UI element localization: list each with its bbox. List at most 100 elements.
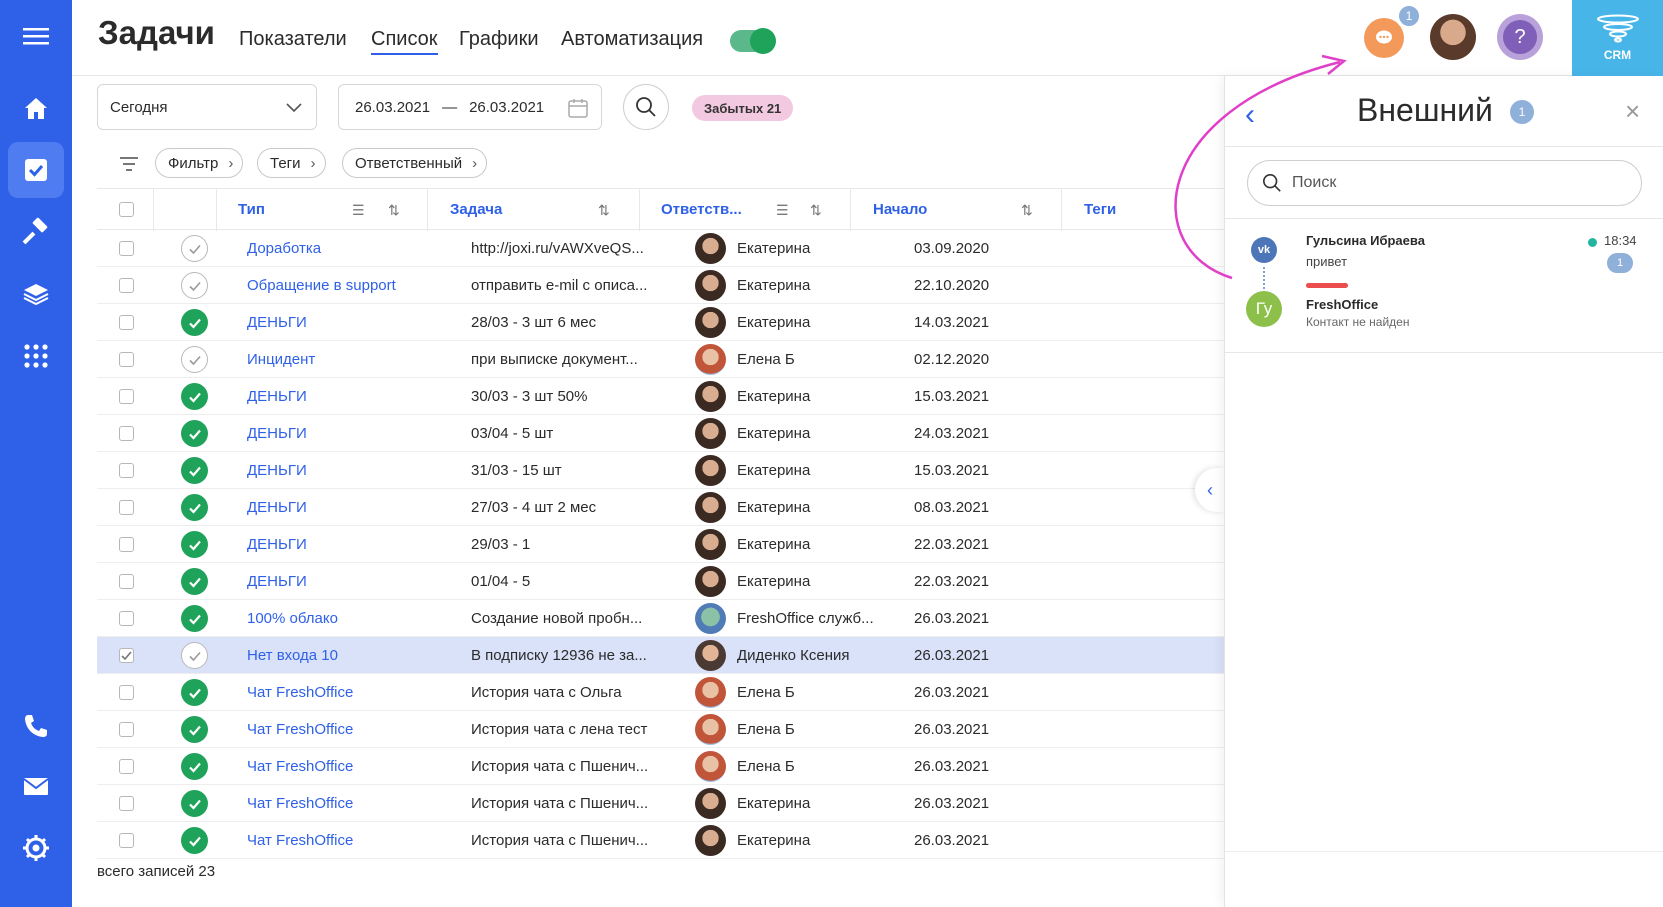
sort-icon[interactable]: ⇅ (810, 202, 822, 219)
table-row[interactable]: Чат FreshOffice История чата с Ольга Елена… (97, 674, 1224, 711)
crm-tile[interactable]: CRM (1572, 0, 1663, 76)
table-row[interactable]: 100% облако Создание новой пробн... FreshO… (97, 600, 1224, 637)
task-type-link[interactable]: Доработка (247, 240, 447, 257)
home-icon[interactable] (8, 80, 64, 136)
row-checkbox[interactable] (119, 722, 134, 737)
row-checkbox[interactable] (119, 833, 134, 848)
hammer-icon[interactable] (8, 204, 64, 260)
table-row[interactable]: ДЕНЬГИ 30/03 - 3 шт 50% Екатерина 15.03.202… (97, 378, 1224, 415)
settings-icon[interactable] (8, 820, 64, 876)
completed-check-icon[interactable] (181, 383, 208, 410)
column-tags[interactable]: Теги (1061, 189, 1224, 231)
table-row[interactable]: ДЕНЬГИ 27/03 - 4 шт 2 мес Екатерина 08.03.2… (97, 489, 1224, 526)
panel-search-input[interactable]: Поиск (1247, 160, 1642, 206)
task-type-link[interactable]: ДЕНЬГИ (247, 499, 447, 516)
row-checkbox[interactable] (119, 241, 134, 256)
select-all-checkbox[interactable] (119, 202, 134, 217)
completed-check-icon[interactable] (181, 753, 208, 780)
table-row[interactable]: Нет входа 10 В подписку 12936 не за... Дид… (97, 637, 1224, 674)
sort-icon[interactable]: ⇅ (1021, 202, 1033, 219)
filter-icon[interactable]: ☰ (352, 202, 365, 219)
table-row[interactable]: ДЕНЬГИ 31/03 - 15 шт Екатерина 15.03.2021 (97, 452, 1224, 489)
open-check-icon[interactable] (181, 272, 208, 299)
forgotten-tasks-badge[interactable]: Забытых 21 (692, 95, 794, 121)
row-checkbox[interactable] (119, 426, 134, 441)
help-button[interactable]: ? (1497, 14, 1543, 60)
completed-check-icon[interactable] (181, 679, 208, 706)
tab-indicators[interactable]: Показатели (239, 28, 347, 51)
column-type[interactable]: Тип ☰ ⇅ (216, 189, 427, 231)
row-checkbox[interactable] (119, 352, 134, 367)
tab-automation[interactable]: Автоматизация (561, 28, 703, 51)
filter-lines-icon[interactable] (119, 156, 139, 172)
row-checkbox[interactable] (119, 574, 134, 589)
completed-check-icon[interactable] (181, 827, 208, 854)
task-type-link[interactable]: Чат FreshOffice (247, 721, 447, 738)
task-type-link[interactable]: Чат FreshOffice (247, 795, 447, 812)
period-select[interactable]: Сегодня (97, 84, 317, 130)
table-row[interactable]: ДЕНЬГИ 01/04 - 5 Екатерина 22.03.2021 (97, 563, 1224, 600)
row-checkbox[interactable] (119, 759, 134, 774)
chat-button[interactable] (1364, 18, 1404, 58)
row-checkbox[interactable] (119, 796, 134, 811)
conversation-item[interactable]: vk Гу Гульсина Ибраева привет FreshOffic… (1225, 219, 1663, 353)
completed-check-icon[interactable] (181, 494, 208, 521)
column-task[interactable]: Задача ⇅ (427, 189, 639, 231)
open-check-icon[interactable] (181, 346, 208, 373)
row-checkbox[interactable] (119, 315, 134, 330)
task-type-link[interactable]: Нет входа 10 (247, 647, 447, 664)
task-type-link[interactable]: Чат FreshOffice (247, 832, 447, 849)
task-type-link[interactable]: Обращение в support (247, 277, 447, 294)
column-responsible[interactable]: Ответств... ☰ ⇅ (639, 189, 850, 231)
row-checkbox[interactable] (119, 537, 134, 552)
column-start[interactable]: Начало ⇅ (850, 189, 1061, 231)
tab-list[interactable]: Список (371, 28, 438, 55)
table-row[interactable]: Обращение в support отправить e-mil с опи… (97, 267, 1224, 304)
date-range-picker[interactable]: 26.03.2021 — 26.03.2021 (338, 84, 602, 130)
task-type-link[interactable]: Чат FreshOffice (247, 758, 447, 775)
sort-icon[interactable]: ⇅ (598, 202, 610, 219)
task-type-link[interactable]: ДЕНЬГИ (247, 388, 447, 405)
apps-grid-icon[interactable] (8, 328, 64, 384)
chip-filter[interactable]: Фильтр › (155, 148, 244, 178)
table-row[interactable]: Чат FreshOffice История чата с Пшенич... Е… (97, 822, 1224, 859)
task-type-link[interactable]: 100% облако (247, 610, 447, 627)
completed-check-icon[interactable] (181, 716, 208, 743)
table-row[interactable]: Чат FreshOffice История чата с Пшенич... Е… (97, 748, 1224, 785)
close-icon[interactable]: × (1625, 96, 1640, 127)
table-row[interactable]: ДЕНЬГИ 29/03 - 1 Екатерина 22.03.2021 (97, 526, 1224, 563)
task-type-link[interactable]: Инцидент (247, 351, 447, 368)
open-check-icon[interactable] (181, 235, 208, 262)
row-checkbox[interactable] (119, 685, 134, 700)
row-checkbox[interactable] (119, 389, 134, 404)
filter-icon[interactable]: ☰ (776, 202, 789, 219)
task-type-link[interactable]: ДЕНЬГИ (247, 425, 447, 442)
table-row[interactable]: Инцидент при выписке документ... Елена Б 02… (97, 341, 1224, 378)
table-row[interactable]: Доработка http://joxi.ru/vAWXveQS... Екате… (97, 230, 1224, 267)
table-row[interactable]: Чат FreshOffice История чата с Пшенич... Е… (97, 785, 1224, 822)
completed-check-icon[interactable] (181, 309, 208, 336)
table-row[interactable]: ДЕНЬГИ 28/03 - 3 шт 6 мес Екатерина 14.03.2… (97, 304, 1224, 341)
task-type-link[interactable]: Чат FreshOffice (247, 684, 447, 701)
row-checkbox[interactable] (119, 648, 134, 663)
row-checkbox[interactable] (119, 463, 134, 478)
completed-check-icon[interactable] (181, 790, 208, 817)
row-checkbox[interactable] (119, 278, 134, 293)
task-type-link[interactable]: ДЕНЬГИ (247, 462, 447, 479)
search-button[interactable] (623, 84, 669, 130)
completed-check-icon[interactable] (181, 457, 208, 484)
tab-charts[interactable]: Графики (459, 28, 539, 51)
table-row[interactable]: ДЕНЬГИ 03/04 - 5 шт Екатерина 24.03.2021 (97, 415, 1224, 452)
table-row[interactable]: Чат FreshOffice История чата с лена тест Е… (97, 711, 1224, 748)
completed-check-icon[interactable] (181, 605, 208, 632)
open-check-icon[interactable] (181, 642, 208, 669)
task-type-link[interactable]: ДЕНЬГИ (247, 314, 447, 331)
layers-icon[interactable] (8, 266, 64, 322)
chip-responsible[interactable]: Ответственный › (342, 148, 488, 178)
mail-icon[interactable] (8, 758, 64, 814)
task-type-link[interactable]: ДЕНЬГИ (247, 536, 447, 553)
row-checkbox[interactable] (119, 611, 134, 626)
row-checkbox[interactable] (119, 500, 134, 515)
tasks-icon[interactable] (8, 142, 64, 198)
automation-toggle[interactable] (730, 28, 776, 54)
